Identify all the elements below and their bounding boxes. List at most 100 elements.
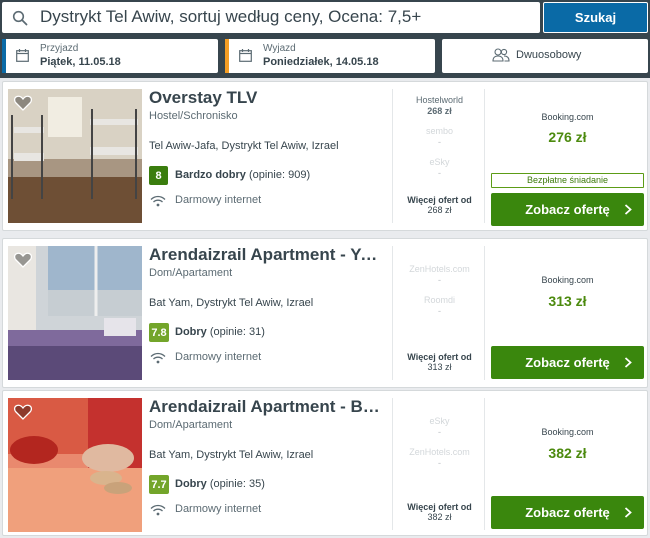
best-deal-column: Booking.com 313 zł Zobacz ofertę [491,246,644,380]
more-offers-link[interactable]: Więcej ofert od 382 zł [393,502,486,522]
hotel-name[interactable]: Overstay TLV [149,88,387,108]
view-deal-button[interactable]: Zobacz ofertę [491,346,644,379]
offer-price: - [438,427,441,437]
offer-price: - [438,306,441,316]
hotel-type: Dom/Apartament [149,419,233,431]
wifi-icon [150,504,166,516]
favorite-heart-icon[interactable] [14,252,32,268]
rating-score-badge: 8 [149,166,168,185]
best-deal-site: Booking.com [541,275,594,285]
free-breakfast-badge: Bezpłatne śniadanie [491,173,644,188]
rating-score-badge: 7.8 [149,323,169,342]
review-count: (opinie: 35) [209,478,265,490]
more-offers-price: 313 zł [427,362,452,372]
best-deal-column: Booking.com 276 zł Bezpłatne śniadanie Z… [491,89,644,226]
room-type-label: Dwuosobowy [516,49,582,61]
chevron-right-icon [624,204,632,215]
wifi-icon [150,352,166,364]
offer-row: sembo - [393,126,486,147]
favorite-heart-icon[interactable] [14,95,32,111]
rating-label: Bardzo dobry [175,169,246,181]
search-icon [12,10,28,26]
offer-site: Roomdi [423,295,455,305]
offer-row: ZenHotels.com - [393,447,486,468]
offer-price: - [438,458,441,468]
more-offers-link[interactable]: Więcej ofert od 313 zł [393,352,486,372]
offer-price: - [438,137,441,147]
checkout-label: Wyjazd [263,43,296,54]
offer-site: eSky [429,416,450,426]
search-query: Dystrykt Tel Awiw, sortuj według ceny, O… [40,7,422,26]
hotel-photo[interactable] [8,89,142,223]
more-offers-link[interactable]: Więcej ofert od 268 zł [393,195,486,215]
rating-summary[interactable]: Dobry (opinie: 31) [175,326,265,338]
hotel-result-card[interactable]: Arendaizrail Apartment - Yoseftal St. Do… [2,238,648,388]
view-deal-label: Zobacz ofertę [525,355,610,370]
offer-price: - [438,275,441,285]
hotel-location[interactable]: Bat Yam, Dystrykt Tel Awiw, Izrael [149,297,313,309]
checkout-value: Poniedziałek, 14.05.18 [263,56,379,68]
hotel-result-card[interactable]: Overstay TLV Hostel/Schronisko Tel Awiw-… [2,81,648,231]
checkin-accent [2,39,6,73]
offer-price: - [438,168,441,178]
rating-summary[interactable]: Dobry (opinie: 35) [175,478,265,490]
other-offers-column: ZenHotels.com - Roomdi - Więcej ofert od 31… [392,246,485,380]
more-offers-price: 268 zł [427,205,452,215]
offer-site: Hostelworld [415,95,464,105]
review-count: (opinie: 31) [209,326,265,338]
checkout-field[interactable]: Wyjazd Poniedziałek, 14.05.18 [225,39,435,73]
checkout-accent [225,39,229,73]
hotel-type: Hostel/Schronisko [149,110,238,122]
best-deal-price[interactable]: 276 zł [491,129,644,145]
offer-site: sembo [425,126,453,136]
offer-site: eSky [429,157,450,167]
rating-label: Dobry [175,326,207,338]
search-input[interactable]: Dystrykt Tel Awiw, sortuj według ceny, O… [2,2,540,33]
view-deal-label: Zobacz ofertę [525,505,610,520]
chevron-right-icon [624,507,632,518]
calendar-icon [16,49,29,62]
hotel-result-card[interactable]: Arendaizrail Apartment - Ben Gurion Dom/… [2,390,648,536]
wifi-icon [150,195,166,207]
best-deal-column: Booking.com 382 zł Zobacz ofertę [491,398,644,532]
view-deal-button[interactable]: Zobacz ofertę [491,193,644,226]
best-deal-price[interactable]: 382 zł [491,445,644,461]
rating-summary[interactable]: Bardzo dobry (opinie: 909) [175,169,310,181]
calendar-icon [239,49,252,62]
room-type-selector[interactable]: Dwuosobowy [442,39,648,73]
other-offers-column: Hostelworld 268 zł sembo - eSky - Więcej of… [392,89,485,223]
more-offers-label: Więcej ofert od [407,502,472,512]
offer-price: 268 zł [427,106,452,116]
view-deal-button[interactable]: Zobacz ofertę [491,496,644,529]
offer-row[interactable]: Hostelworld 268 zł [393,95,486,116]
checkin-field[interactable]: Przyjazd Piątek, 11.05.18 [2,39,218,73]
view-deal-label: Zobacz ofertę [525,202,610,217]
chevron-right-icon [624,357,632,368]
best-deal-site: Booking.com [541,427,594,437]
hotel-name[interactable]: Arendaizrail Apartment - Yoseftal St. [149,245,387,265]
hotel-name[interactable]: Arendaizrail Apartment - Ben Gurion [149,397,387,417]
hotel-type: Dom/Apartament [149,267,233,279]
hotel-location[interactable]: Bat Yam, Dystrykt Tel Awiw, Izrael [149,449,313,461]
hotel-location[interactable]: Tel Awiw-Jafa, Dystrykt Tel Awiw, Izrael [149,140,339,152]
offer-row: Roomdi - [393,295,486,316]
guests-icon [492,48,510,62]
search-button[interactable]: Szukaj [543,2,648,33]
amenity-label: Darmowy internet [175,194,262,206]
other-offers-column: eSky - ZenHotels.com - Więcej ofert od 382 … [392,398,485,530]
checkin-value: Piątek, 11.05.18 [40,56,121,68]
offer-site: ZenHotels.com [409,264,470,274]
search-header: Dystrykt Tel Awiw, sortuj według ceny, O… [0,0,650,78]
rating-score-badge: 7.7 [149,475,169,494]
more-offers-label: Więcej ofert od [407,195,472,205]
more-offers-label: Więcej ofert od [407,352,472,362]
more-offers-price: 382 zł [427,512,452,522]
hotel-photo[interactable] [8,246,142,380]
offer-row: eSky - [393,416,486,437]
best-deal-price[interactable]: 313 zł [491,293,644,309]
amenity-label: Darmowy internet [175,351,262,363]
favorite-heart-icon[interactable] [14,404,32,420]
hotel-photo[interactable] [8,398,142,532]
offer-row: ZenHotels.com - [393,264,486,285]
rating-label: Dobry [175,478,207,490]
